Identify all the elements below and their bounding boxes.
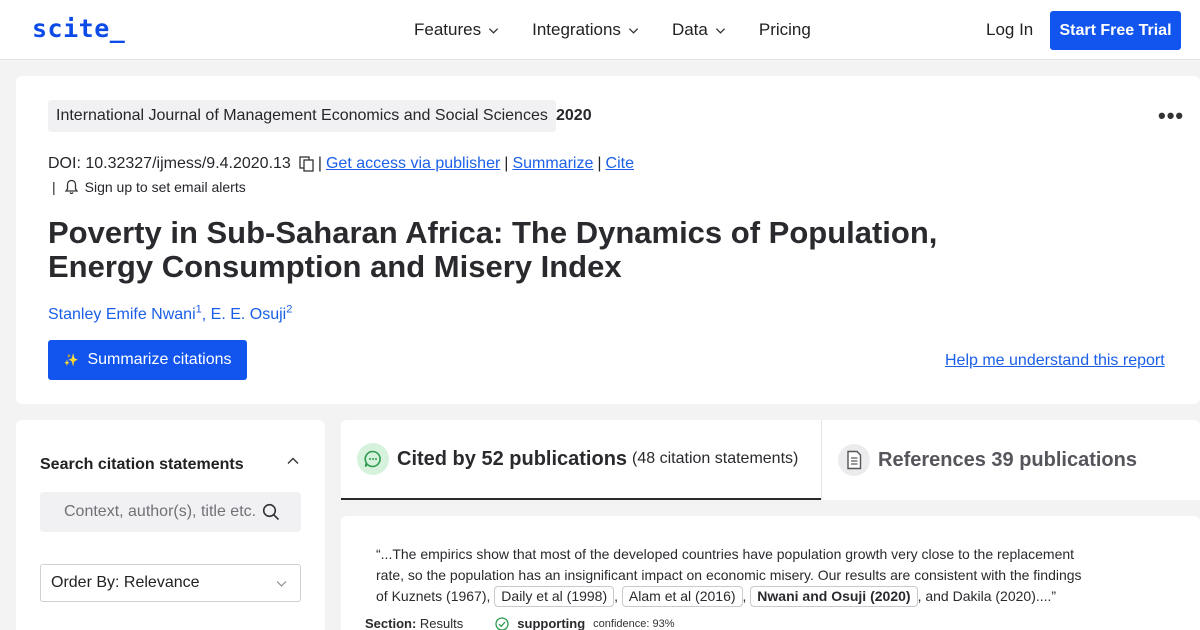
nav-features[interactable]: Features <box>414 20 499 40</box>
summarize-link[interactable]: Summarize <box>512 155 593 173</box>
separator: | <box>504 155 509 172</box>
order-by-value: Order By: Relevance <box>51 574 200 591</box>
tab-cited-by[interactable]: Cited by 52 publications (48 citation st… <box>341 420 821 500</box>
self-reference-chip[interactable]: Nwani and Osuji (2020) <box>750 586 918 607</box>
copy-icon[interactable] <box>299 156 314 172</box>
report-card: International Journal of Management Econ… <box>16 76 1200 404</box>
chevron-down-icon <box>715 27 725 34</box>
article-title: Poverty in Sub-Saharan Africa: The Dynam… <box>48 215 938 284</box>
confidence-value: confidence: 93% <box>593 617 675 630</box>
author-link[interactable]: Stanley Emife Nwani1 <box>48 304 202 323</box>
publication-year: 2020 <box>556 107 592 124</box>
quote-text-after: , and Dakila (2020)....” <box>917 588 1057 604</box>
nav-integrations[interactable]: Integrations <box>532 20 639 40</box>
section-label: Section: <box>365 616 417 630</box>
scite-logo[interactable]: scite_ <box>32 14 125 43</box>
check-circle-icon <box>495 616 509 630</box>
top-navigation-bar: scite_ Features Integrations Data Pricin… <box>0 0 1200 60</box>
doi-row: DOI: 10.32327/ijmess/9.4.2020.13 | Get a… <box>48 155 634 173</box>
cite-link[interactable]: Cite <box>606 155 634 173</box>
search-citations-heading: Search citation statements <box>40 456 244 473</box>
citation-tabs: Cited by 52 publications (48 citation st… <box>341 420 1200 500</box>
chip-separator: , <box>742 588 747 604</box>
cited-by-label: Cited by 52 publications <box>397 447 628 470</box>
chevron-up-icon[interactable] <box>286 454 300 468</box>
help-understand-report-link[interactable]: Help me understand this report <box>945 352 1165 370</box>
chevron-down-icon <box>276 581 287 587</box>
start-free-trial-button[interactable]: Start Free Trial <box>1050 11 1181 50</box>
nav-data[interactable]: Data <box>672 20 726 40</box>
reference-chip[interactable]: Daily et al (1998) <box>494 586 615 607</box>
summarize-citations-label: Summarize citations <box>87 351 232 368</box>
citation-search-input[interactable] <box>40 492 265 532</box>
separator: | <box>52 179 56 195</box>
nav-features-label: Features <box>414 20 482 39</box>
author-name[interactable]: Stanley Emife Nwani <box>48 306 196 323</box>
citation-statements-count: (48 citation statements) <box>632 450 799 467</box>
classification-label: supporting <box>517 616 586 630</box>
summarize-citations-button[interactable]: ✨ Summarize citations <box>48 340 247 380</box>
login-link[interactable]: Log In <box>986 20 1033 40</box>
separator: | <box>597 155 602 172</box>
search-icon[interactable] <box>262 503 280 521</box>
bell-icon <box>64 179 78 195</box>
journal-tag[interactable]: International Journal of Management Econ… <box>48 100 556 132</box>
author-list: Stanley Emife Nwani1, E. E. Osuji2 <box>48 304 292 324</box>
main-nav: Features Integrations Data Pricing <box>414 0 844 60</box>
author-affiliation-number: 2 <box>286 304 293 316</box>
statement-meta: Section: Results supporting confidence: … <box>365 616 675 630</box>
nav-pricing[interactable]: Pricing <box>759 20 811 40</box>
email-alerts-label: Sign up to set email alerts <box>84 179 246 195</box>
nav-data-label: Data <box>671 20 708 39</box>
get-access-link[interactable]: Get access via publisher <box>326 155 500 173</box>
document-icon <box>838 444 870 476</box>
reference-chip[interactable]: Alam et al (2016) <box>621 586 743 607</box>
author-separator: , <box>201 306 207 324</box>
references-label: References 39 publications <box>878 448 1137 471</box>
separator: | <box>317 155 322 172</box>
email-alerts-link[interactable]: | Sign up to set email alerts <box>52 179 246 195</box>
author-link[interactable]: E. E. Osuji2 <box>211 304 293 323</box>
chat-bubble-icon <box>357 443 389 475</box>
tab-references[interactable]: References 39 publications <box>821 420 1200 500</box>
chevron-down-icon <box>489 27 499 34</box>
chevron-down-icon <box>628 27 639 34</box>
citation-quote: “...The empirics show that most of the d… <box>376 544 1096 607</box>
sparkle-icon: ✨ <box>63 353 79 367</box>
order-by-select[interactable]: Order By: Relevance <box>40 564 301 602</box>
citation-filter-sidebar: Search citation statements Order By: Rel… <box>16 420 325 630</box>
chip-separator: , <box>614 588 619 604</box>
nav-pricing-label: Pricing <box>758 20 811 39</box>
author-name[interactable]: E. E. Osuji <box>211 306 287 323</box>
citation-statement-card: “...The empirics show that most of the d… <box>341 516 1200 630</box>
nav-integrations-label: Integrations <box>532 20 621 39</box>
more-options-icon[interactable]: ••• <box>1158 103 1184 129</box>
doi-text: DOI: 10.32327/ijmess/9.4.2020.13 <box>48 155 291 172</box>
section-value: Results <box>419 616 464 630</box>
